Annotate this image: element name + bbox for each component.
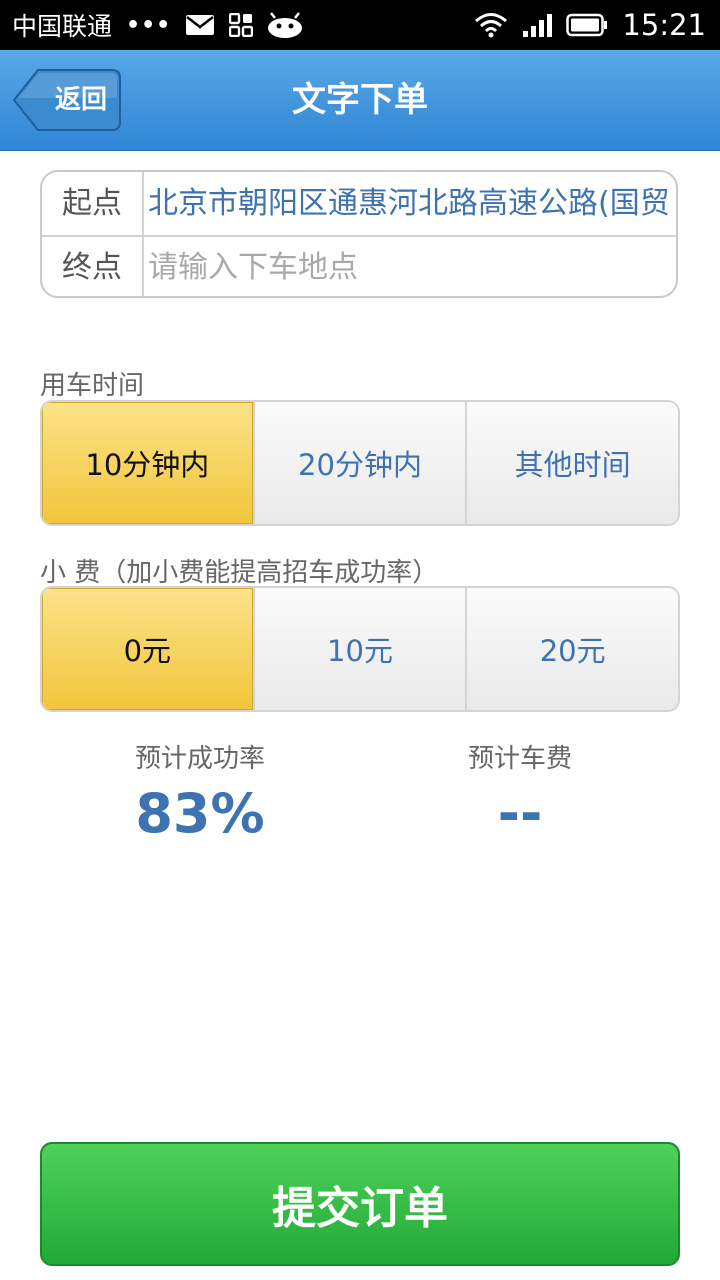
time-selector: 10分钟内 20分钟内 其他时间: [40, 400, 680, 526]
start-label: 起点: [42, 172, 144, 235]
fare-label: 预计车费: [467, 744, 572, 774]
more-dots: •••: [126, 12, 172, 38]
time-section-label: 用车时间: [40, 371, 145, 401]
fare-value: --: [497, 782, 543, 845]
status-bar: 中国联通 ••• 15:21: [0, 0, 720, 50]
start-row[interactable]: 起点 北京市朝阳区通惠河北路高速公路(国贸: [42, 172, 676, 237]
title-bar: 返回 文字下单: [0, 50, 720, 151]
wifi-icon: [474, 12, 508, 38]
tip-section-label: 小 费（加小费能提高招车成功率）: [40, 558, 439, 588]
submit-order-button[interactable]: 提交订单: [40, 1142, 680, 1266]
signal-icon: [522, 12, 553, 38]
android-icon: [267, 12, 303, 38]
battery-icon: [566, 13, 608, 37]
mail-icon: [185, 14, 215, 36]
carrier-name: 中国联通: [12, 12, 113, 41]
tip-option-10[interactable]: 10元: [252, 588, 466, 710]
success-rate-value: 83%: [135, 782, 265, 845]
tip-selector: 0元 10元 20元: [40, 586, 680, 712]
time-option-other[interactable]: 其他时间: [465, 402, 678, 524]
success-rate-label: 预计成功率: [134, 744, 265, 774]
end-label: 终点: [42, 236, 144, 296]
tip-option-20[interactable]: 20元: [465, 588, 678, 710]
start-address-field[interactable]: 北京市朝阳区通惠河北路高速公路(国贸: [148, 172, 676, 235]
page-title: 文字下单: [292, 80, 428, 120]
time-option-20min[interactable]: 20分钟内: [252, 402, 466, 524]
end-address-field[interactable]: 请输入下车地点: [148, 236, 676, 296]
clock: 15:21: [622, 8, 706, 42]
grid-icon: [229, 13, 254, 37]
end-row[interactable]: 终点 请输入下车地点: [42, 236, 676, 296]
address-card: 起点 北京市朝阳区通惠河北路高速公路(国贸 终点 请输入下车地点: [40, 170, 678, 298]
time-option-10min[interactable]: 10分钟内: [42, 402, 253, 524]
tip-option-0[interactable]: 0元: [42, 588, 253, 710]
